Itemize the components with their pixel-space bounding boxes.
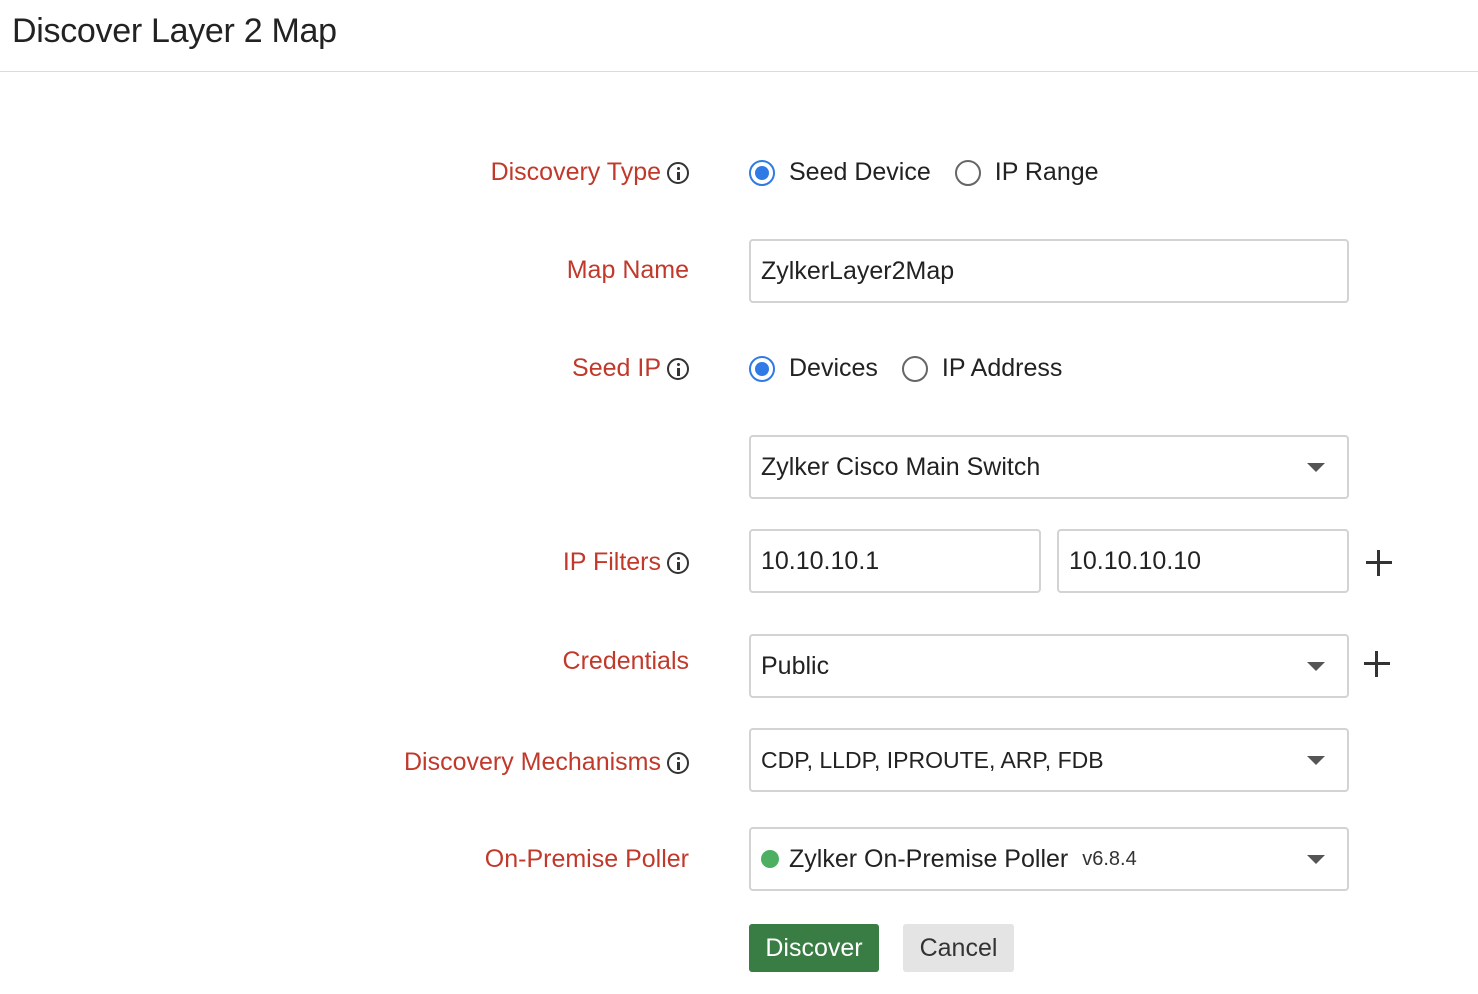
info-icon[interactable] <box>667 357 689 380</box>
page-title: Discover Layer 2 Map <box>12 12 337 50</box>
ip-filters-label: IP Filters <box>563 548 689 577</box>
discovery-mechanisms-label-text: Discovery Mechanisms <box>403 748 661 776</box>
radio-ip-range-label: IP Range <box>994 158 1099 186</box>
info-icon[interactable] <box>667 751 689 774</box>
radio-devices-label: Devices <box>789 354 878 382</box>
ip-filter-from-field[interactable] <box>749 529 1041 593</box>
radio-unchecked-icon[interactable] <box>901 355 928 382</box>
map-name-input[interactable] <box>761 256 1347 286</box>
cancel-button[interactable]: Cancel <box>903 924 1014 972</box>
chevron-down-icon[interactable] <box>1307 756 1325 765</box>
discovery-type-label-text: Discovery Type <box>490 158 661 186</box>
credentials-select-value: Public <box>761 651 830 680</box>
poller-label: On-Premise Poller <box>485 845 689 874</box>
credentials-label-text: Credentials <box>562 647 689 675</box>
map-name-label: Map Name <box>567 256 689 285</box>
seed-ip-label-text: Seed IP <box>572 354 661 382</box>
radio-checked-icon[interactable] <box>749 355 775 382</box>
chevron-down-icon[interactable] <box>1307 855 1325 864</box>
radio-unchecked-icon[interactable] <box>954 159 981 186</box>
radio-checked-icon[interactable] <box>749 159 775 186</box>
add-ip-filter-plus-icon[interactable] <box>1366 550 1392 576</box>
ip-filter-to-field[interactable] <box>1057 529 1349 593</box>
radio-ip-address[interactable]: IP Address <box>901 354 1063 383</box>
ip-filter-from-input[interactable] <box>761 546 1039 576</box>
page-header: Discover Layer 2 Map <box>0 0 1478 72</box>
credentials-select[interactable]: Public <box>749 634 1349 698</box>
radio-devices[interactable]: Devices <box>749 354 878 383</box>
poller-select-value: Zylker On-Premise Poller <box>789 844 1069 873</box>
map-name-label-text: Map Name <box>566 256 689 284</box>
status-dot-icon <box>761 850 779 868</box>
chevron-down-icon[interactable] <box>1307 662 1325 671</box>
device-select[interactable]: Zylker Cisco Main Switch <box>749 435 1349 499</box>
discover-button[interactable]: Discover <box>749 924 879 972</box>
seed-ip-radio-group: Devices IP Address <box>749 354 1086 383</box>
discovery-type-radio-group: Seed Device IP Range <box>749 158 1123 187</box>
map-name-field[interactable] <box>749 239 1349 303</box>
discovery-mechanisms-select[interactable]: CDP, LLDP, IPROUTE, ARP, FDB <box>749 728 1349 792</box>
info-icon[interactable] <box>667 551 689 574</box>
chevron-down-icon[interactable] <box>1307 463 1325 472</box>
discovery-mechanisms-label: Discovery Mechanisms <box>404 748 689 777</box>
radio-seed-device-label: Seed Device <box>789 158 931 186</box>
info-icon[interactable] <box>667 161 689 184</box>
seed-ip-label: Seed IP <box>572 354 689 383</box>
add-credential-plus-icon[interactable] <box>1364 651 1390 677</box>
credentials-label: Credentials <box>563 647 689 676</box>
device-select-value: Zylker Cisco Main Switch <box>761 452 1041 481</box>
ip-filter-to-input[interactable] <box>1069 546 1347 576</box>
discovery-type-label: Discovery Type <box>491 158 689 187</box>
poller-version: v6.8.4 <box>1082 847 1137 870</box>
poller-label-text: On-Premise Poller <box>484 845 689 873</box>
radio-ip-address-label: IP Address <box>941 354 1063 382</box>
ip-filters-label-text: IP Filters <box>562 548 661 576</box>
poller-select[interactable]: Zylker On-Premise Poller v6.8.4 <box>749 827 1349 891</box>
discovery-mechanisms-value: CDP, LLDP, IPROUTE, ARP, FDB <box>761 746 1104 773</box>
radio-seed-device[interactable]: Seed Device <box>749 158 931 187</box>
radio-ip-range[interactable]: IP Range <box>954 158 1099 187</box>
